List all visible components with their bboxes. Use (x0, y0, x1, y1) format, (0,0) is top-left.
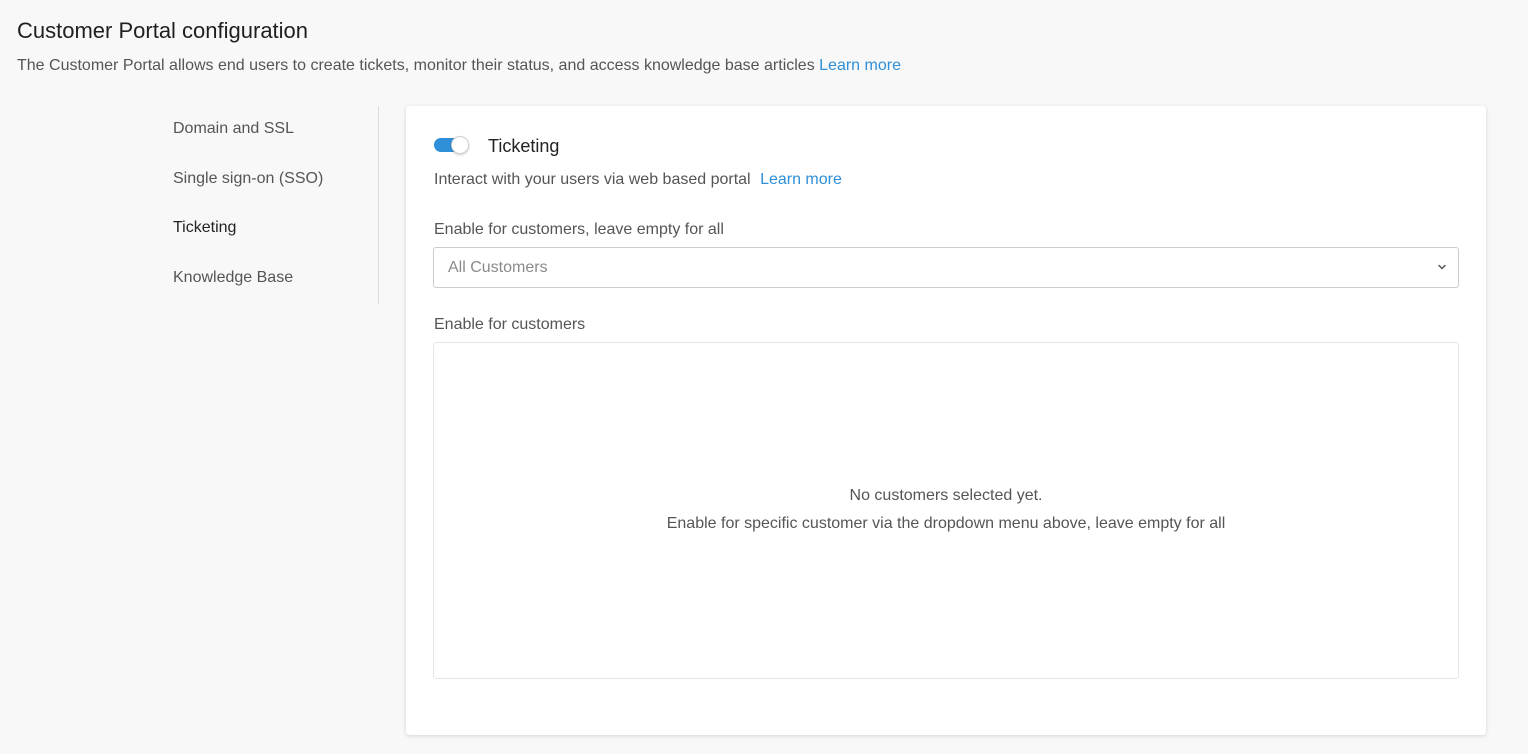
ticketing-card: Ticketing Interact with your users via w… (406, 106, 1486, 735)
customer-select-value: All Customers (448, 259, 548, 276)
page-description-text: The Customer Portal allows end users to … (17, 57, 815, 74)
empty-state-title: No customers selected yet. (849, 487, 1043, 504)
ticketing-learn-more-link[interactable]: Learn more (760, 171, 842, 188)
toggle-knob (451, 136, 469, 154)
learn-more-link[interactable]: Learn more (819, 57, 901, 74)
sidebar-item-domain-ssl[interactable]: Domain and SSL (173, 119, 294, 139)
ticketing-toggle[interactable] (434, 136, 469, 154)
sidebar-item-ticketing[interactable]: Ticketing (173, 218, 236, 238)
chevron-down-icon (1438, 264, 1446, 270)
customer-select[interactable]: All Customers (433, 247, 1459, 288)
customer-select-label: Enable for customers, leave empty for al… (434, 221, 724, 238)
sidebar-item-knowledge-base[interactable]: Knowledge Base (173, 268, 293, 288)
empty-state-subtitle: Enable for specific customer via the dro… (666, 515, 1226, 532)
page: Customer Portal configuration The Custom… (0, 0, 1528, 754)
ticketing-description-text: Interact with your users via web based p… (434, 171, 751, 188)
ticketing-description: Interact with your users via web based p… (434, 170, 842, 190)
ticketing-title: Ticketing (488, 136, 560, 156)
page-description: The Customer Portal allows end users to … (17, 56, 901, 76)
settings-sidebar: Domain and SSL Single sign-on (SSO) Tick… (155, 106, 379, 304)
page-title: Customer Portal configuration (17, 18, 309, 43)
sidebar-item-sso[interactable]: Single sign-on (SSO) (173, 169, 323, 189)
selected-customers-list: No customers selected yet. Enable for sp… (433, 342, 1459, 679)
customer-list-label: Enable for customers (434, 316, 586, 333)
